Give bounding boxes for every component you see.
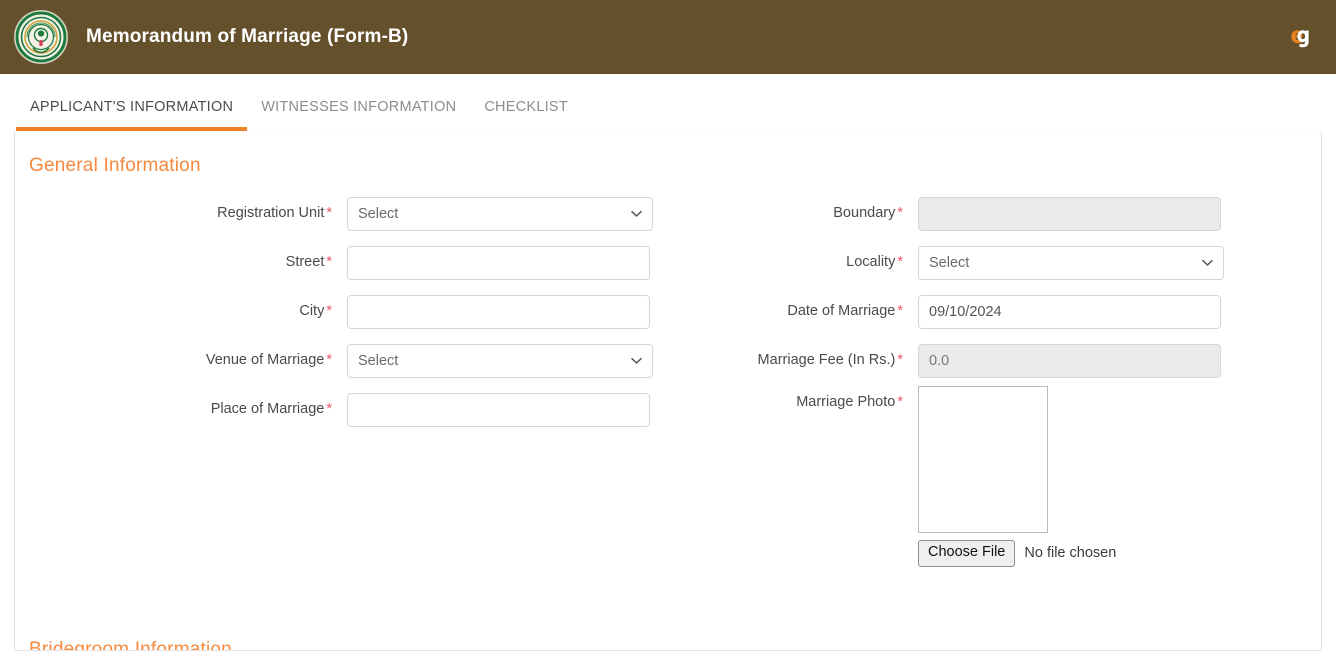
field-street: Street * <box>15 238 683 287</box>
city-input[interactable] <box>347 294 650 329</box>
label-marriage-photo: Marriage Photo * <box>796 394 903 410</box>
field-boundary: Boundary * <box>683 189 1321 238</box>
field-marriage-photo: Marriage Photo * Choose File No file chos… <box>683 386 1321 567</box>
choose-file-button[interactable]: Choose File <box>918 540 1016 567</box>
field-locality: Locality * Select <box>683 238 1321 287</box>
label-registration-unit: Registration Unit * <box>217 204 332 221</box>
required-indicator: * <box>326 302 332 319</box>
required-indicator: * <box>897 253 903 270</box>
field-city: City * <box>15 287 683 336</box>
place-of-marriage-input[interactable] <box>347 392 650 427</box>
label-boundary: Boundary * <box>833 204 903 221</box>
marriage-photo-preview <box>918 386 1048 533</box>
field-date-of-marriage: Date of Marriage * <box>683 287 1321 336</box>
required-indicator: * <box>326 253 332 270</box>
form-column-left: Registration Unit * Select Street * City… <box>15 189 683 434</box>
tab-checklist[interactable]: CHECKLIST <box>470 99 582 131</box>
required-indicator: * <box>897 394 903 410</box>
label-marriage-fee: Marriage Fee (In Rs.) * <box>757 351 903 368</box>
field-registration-unit: Registration Unit * Select <box>15 189 683 238</box>
locality-select[interactable]: Select <box>918 245 1224 280</box>
form-card: General Information Registration Unit * S… <box>14 131 1322 651</box>
required-indicator: * <box>326 204 332 221</box>
tab-witnesses-information[interactable]: WITNESSES INFORMATION <box>247 99 470 131</box>
marriage-fee-input <box>918 343 1221 378</box>
marriage-photo-column: Choose File No file chosen <box>918 386 1116 567</box>
section-title-general-information: General Information <box>29 155 201 176</box>
field-venue-of-marriage: Venue of Marriage * Select <box>15 336 683 385</box>
venue-of-marriage-select-wrap: Select <box>347 343 653 378</box>
required-indicator: * <box>326 351 332 368</box>
file-status-text: No file chosen <box>1024 545 1117 562</box>
tab-applicants-information[interactable]: APPLICANT'S INFORMATION <box>16 99 248 131</box>
label-street: Street * <box>285 253 332 270</box>
date-of-marriage-input[interactable] <box>918 294 1221 329</box>
label-venue-of-marriage: Venue of Marriage * <box>205 351 332 368</box>
label-place-of-marriage: Place of Marriage * <box>210 400 332 417</box>
required-indicator: * <box>897 204 903 221</box>
app-title: Memorandum of Marriage (Form-B) <box>86 26 409 47</box>
app-header: Memorandum of Marriage (Form-B) <box>0 0 1336 74</box>
label-city: City * <box>299 302 332 319</box>
boundary-input <box>918 196 1221 231</box>
venue-of-marriage-select[interactable]: Select <box>347 343 653 378</box>
required-indicator: * <box>326 400 332 417</box>
required-indicator: * <box>897 351 903 368</box>
registration-unit-select[interactable]: Select <box>347 196 653 231</box>
required-indicator: * <box>897 302 903 319</box>
field-marriage-fee: Marriage Fee (In Rs.) * <box>683 336 1321 385</box>
registration-unit-select-wrap: Select <box>347 196 653 231</box>
marriage-photo-file-input[interactable]: Choose File No file chosen <box>918 540 1116 567</box>
section-title-bridegroom-information: Bridegroom Information <box>29 639 232 651</box>
label-date-of-marriage: Date of Marriage * <box>787 302 903 319</box>
state-emblem-icon <box>14 10 68 64</box>
form-column-right: Boundary * Locality * Select Date of Mar… <box>683 189 1321 567</box>
eg-logo-icon[interactable] <box>1284 22 1314 52</box>
field-place-of-marriage: Place of Marriage * <box>15 385 683 434</box>
tab-bar: APPLICANT'S INFORMATION WITNESSES INFORM… <box>0 74 1336 131</box>
label-locality: Locality * <box>846 253 903 270</box>
locality-select-wrap: Select <box>918 245 1224 280</box>
street-input[interactable] <box>347 245 650 280</box>
